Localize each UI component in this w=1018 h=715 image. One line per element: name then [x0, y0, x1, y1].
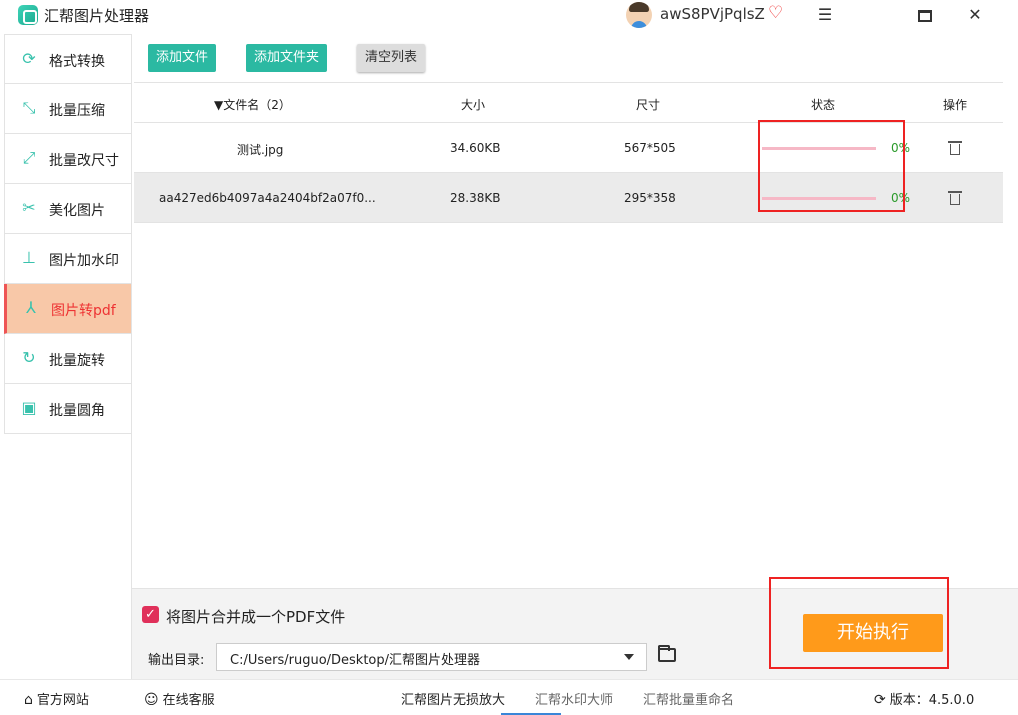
footer: ⌂ 官方网站 ☺ 在线客服 汇帮图片无损放大 汇帮水印大师 汇帮批量重命名 ⟳ 版本：… [0, 679, 1018, 715]
sidebar-item-label: 格式转换 [49, 54, 105, 70]
sidebar-item-image-to-pdf[interactable]: ⅄ 图片转pdf [4, 284, 132, 334]
sidebar-item-label: 图片加水印 [49, 253, 119, 269]
online-service-link[interactable]: ☺ 在线客服 [144, 689, 215, 708]
output-dir-value: C:/Users/ruguo/Desktop/汇帮图片处理器 [230, 653, 481, 668]
column-header-size: 大小 [461, 98, 486, 112]
column-header-status: 状态 [811, 98, 836, 112]
version-label: 版本：4.5.0.0 [889, 693, 975, 708]
sidebar-item-beautify[interactable]: ✂ 美化图片 [4, 184, 132, 234]
sidebar-item-label: 批量改尺寸 [49, 153, 119, 169]
output-dir-select[interactable]: C:/Users/ruguo/Desktop/汇帮图片处理器 [216, 643, 647, 671]
file-size: 28.38KB [450, 191, 501, 205]
refresh-icon: ⟳ [874, 692, 886, 708]
rename-app-link[interactable]: 汇帮批量重命名 [643, 689, 734, 708]
status-highlight-box [758, 120, 905, 212]
sidebar-divider [131, 34, 132, 679]
sidebar-item-label: 美化图片 [49, 203, 105, 219]
sidebar-item-batch-rotate[interactable]: ↻ 批量旋转 [4, 334, 132, 384]
username[interactable]: awS8PVjPqlsZ [660, 5, 765, 23]
headset-icon: ☺ [144, 692, 159, 708]
output-dir-label: 输出目录: [148, 653, 205, 668]
merge-pdf-label[interactable]: 将图片合并成一个PDF文件 [166, 606, 345, 627]
trash-icon[interactable] [948, 189, 962, 205]
sidebar-item-label: 图片转pdf [51, 303, 116, 319]
compress-icon: ⤡ [22, 98, 36, 117]
watermark-app-link[interactable]: 汇帮水印大师 [535, 689, 613, 708]
pdf-icon: ⅄ [26, 298, 36, 317]
sidebar-item-label: 批量圆角 [49, 403, 105, 419]
app-title: 汇帮图片处理器 [44, 7, 150, 25]
user-avatar[interactable] [626, 2, 652, 28]
resize-icon: ⤢ [22, 148, 36, 167]
sidebar: ⟳ 格式转换 ⤡ 批量压缩 ⤢ 批量改尺寸 ✂ 美化图片 ⊥ 图片加水印 ⅄ 图… [4, 34, 132, 434]
format-icon: ⟳ [22, 49, 36, 68]
rounded-corner-icon: ▣ [21, 398, 37, 417]
add-folder-button[interactable]: 添加文件夹 [246, 44, 327, 72]
sidebar-item-label: 批量压缩 [49, 103, 105, 119]
official-website-link[interactable]: ⌂ 官方网站 [24, 689, 89, 708]
file-dimensions: 295*358 [624, 191, 676, 205]
file-size: 34.60KB [450, 141, 501, 155]
sidebar-item-rounded-corner[interactable]: ▣ 批量圆角 [4, 384, 132, 434]
file-name: 测试.jpg [237, 143, 284, 157]
table-header: ▼文件名（2） 大小 尺寸 状态 操作 [134, 82, 1003, 123]
online-service-label: 在线客服 [162, 693, 215, 708]
folder-open-icon[interactable] [658, 645, 676, 662]
close-button[interactable]: ✕ [960, 2, 990, 28]
watermark-icon: ⊥ [22, 248, 36, 267]
version-info[interactable]: ⟳ 版本：4.5.0.0 [874, 689, 974, 708]
sidebar-item-label: 批量旋转 [49, 353, 105, 369]
start-highlight-box [769, 577, 949, 669]
merge-pdf-checkbox[interactable]: ✓ [142, 606, 159, 623]
vip-heart-icon[interactable]: ♡ [768, 3, 783, 23]
column-header-dimensions: 尺寸 [636, 98, 661, 112]
upscale-app-link[interactable]: 汇帮图片无损放大 [401, 689, 505, 708]
title-bar: 汇帮图片处理器 awS8PVjPqlsZ ♡ ☰ ✕ [0, 0, 1018, 30]
sidebar-item-format-convert[interactable]: ⟳ 格式转换 [4, 34, 132, 84]
sidebar-item-watermark[interactable]: ⊥ 图片加水印 [4, 234, 132, 284]
rotate-icon: ↻ [22, 348, 36, 367]
app-logo-icon [18, 5, 38, 25]
file-dimensions: 567*505 [624, 141, 676, 155]
sidebar-item-batch-compress[interactable]: ⤡ 批量压缩 [4, 84, 132, 134]
trash-icon[interactable] [948, 139, 962, 155]
official-website-label: 官方网站 [36, 693, 89, 708]
maximize-icon [918, 9, 932, 22]
home-icon: ⌂ [24, 692, 33, 708]
chevron-down-icon [624, 654, 634, 660]
beautify-icon: ✂ [22, 198, 36, 217]
add-file-button[interactable]: 添加文件 [148, 44, 216, 72]
column-header-actions: 操作 [943, 98, 968, 112]
clear-list-button[interactable]: 清空列表 [357, 44, 425, 72]
menu-button[interactable]: ☰ [810, 2, 840, 28]
maximize-button[interactable] [910, 2, 940, 28]
sidebar-item-batch-resize[interactable]: ⤢ 批量改尺寸 [4, 134, 132, 184]
column-header-name[interactable]: ▼文件名（2） [214, 96, 291, 113]
file-name: aa427ed6b4097a4a2404bf2a07f0... [159, 191, 376, 205]
